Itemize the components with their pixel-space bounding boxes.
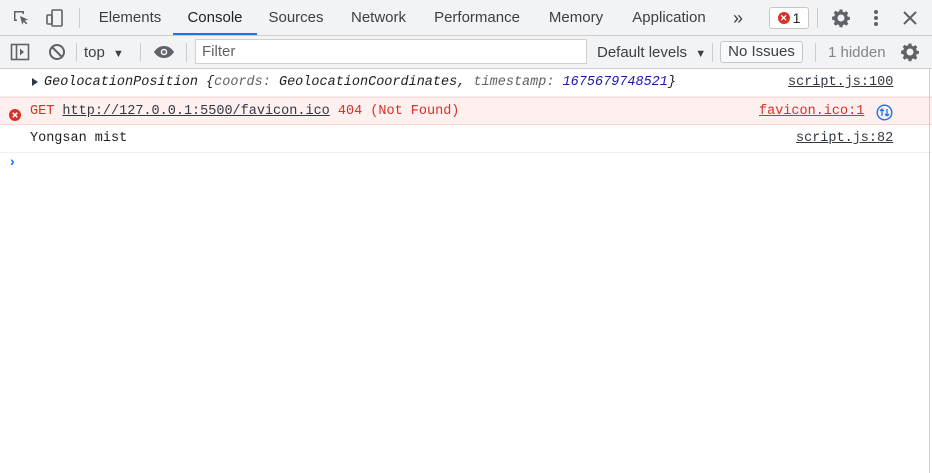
- console-messages: GeolocationPosition {coords: Geolocation…: [0, 69, 932, 169]
- more-tabs-button[interactable]: »: [724, 0, 752, 35]
- issues-button[interactable]: No Issues: [720, 41, 803, 63]
- active-tab-indicator: [173, 33, 257, 35]
- panel-edge: [929, 69, 930, 473]
- tab-console[interactable]: Console: [173, 0, 257, 35]
- source-link[interactable]: script.js:100: [788, 69, 893, 96]
- console-message-error: GET http://127.0.0.1:5500/favicon.ico 40…: [0, 97, 932, 125]
- tab-sources[interactable]: Sources: [261, 0, 331, 35]
- inspect-element-icon[interactable]: [8, 0, 34, 35]
- error-text: GET http://127.0.0.1:5500/favicon.ico 40…: [30, 104, 460, 119]
- live-expression-eye-icon[interactable]: [151, 36, 177, 68]
- context-label: top: [84, 44, 105, 61]
- error-count-badge[interactable]: ✕ 1: [769, 7, 809, 29]
- error-url-link[interactable]: http://127.0.0.1:5500/favicon.ico: [62, 104, 329, 119]
- device-toolbar-icon[interactable]: [42, 0, 68, 35]
- context-selector[interactable]: top ▼: [84, 36, 124, 68]
- tab-application[interactable]: Application: [623, 0, 715, 35]
- console-toolbar: top ▼ Default levels ▼ No Issues 1 hidde…: [0, 36, 932, 69]
- tab-memory[interactable]: Memory: [537, 0, 615, 35]
- close-icon[interactable]: [899, 0, 921, 35]
- clear-console-icon[interactable]: [45, 36, 69, 68]
- tab-network[interactable]: Network: [340, 0, 417, 35]
- divider: [140, 43, 141, 62]
- log-text: Yongsan mist: [30, 131, 128, 146]
- log-levels-dropdown[interactable]: Default levels ▼: [597, 36, 706, 68]
- source-link[interactable]: script.js:82: [796, 125, 893, 152]
- console-prompt[interactable]: ›: [10, 153, 15, 169]
- settings-gear-icon[interactable]: [829, 0, 853, 35]
- divider: [817, 8, 818, 28]
- sidebar-toggle-icon[interactable]: [8, 36, 32, 68]
- error-icon: ✕: [777, 12, 790, 24]
- console-message-log: Yongsan mist script.js:82: [0, 125, 932, 153]
- dropdown-arrow-icon: ▼: [113, 48, 124, 60]
- devtools-tabbar: Elements Console Sources Network Perform…: [0, 0, 932, 36]
- divider: [712, 43, 713, 62]
- log-object[interactable]: GeolocationPosition {coords: Geolocation…: [44, 69, 676, 96]
- divider: [79, 8, 80, 28]
- tab-elements[interactable]: Elements: [90, 0, 170, 35]
- tab-performance[interactable]: Performance: [425, 0, 529, 35]
- levels-label: Default levels: [597, 44, 688, 61]
- filter-input[interactable]: [195, 39, 587, 64]
- error-count: 1: [792, 10, 801, 26]
- divider: [76, 43, 77, 62]
- expand-triangle-icon[interactable]: [32, 78, 38, 86]
- console-message-geolocation: GeolocationPosition {coords: Geolocation…: [0, 69, 932, 97]
- divider: [186, 43, 187, 62]
- source-link[interactable]: favicon.ico:1: [759, 98, 864, 125]
- kebab-menu-icon[interactable]: [866, 0, 886, 35]
- dropdown-arrow-icon: ▼: [695, 48, 707, 60]
- console-settings-gear-icon[interactable]: [899, 36, 921, 68]
- hidden-messages-count: 1 hidden: [828, 44, 886, 61]
- divider: [815, 43, 816, 62]
